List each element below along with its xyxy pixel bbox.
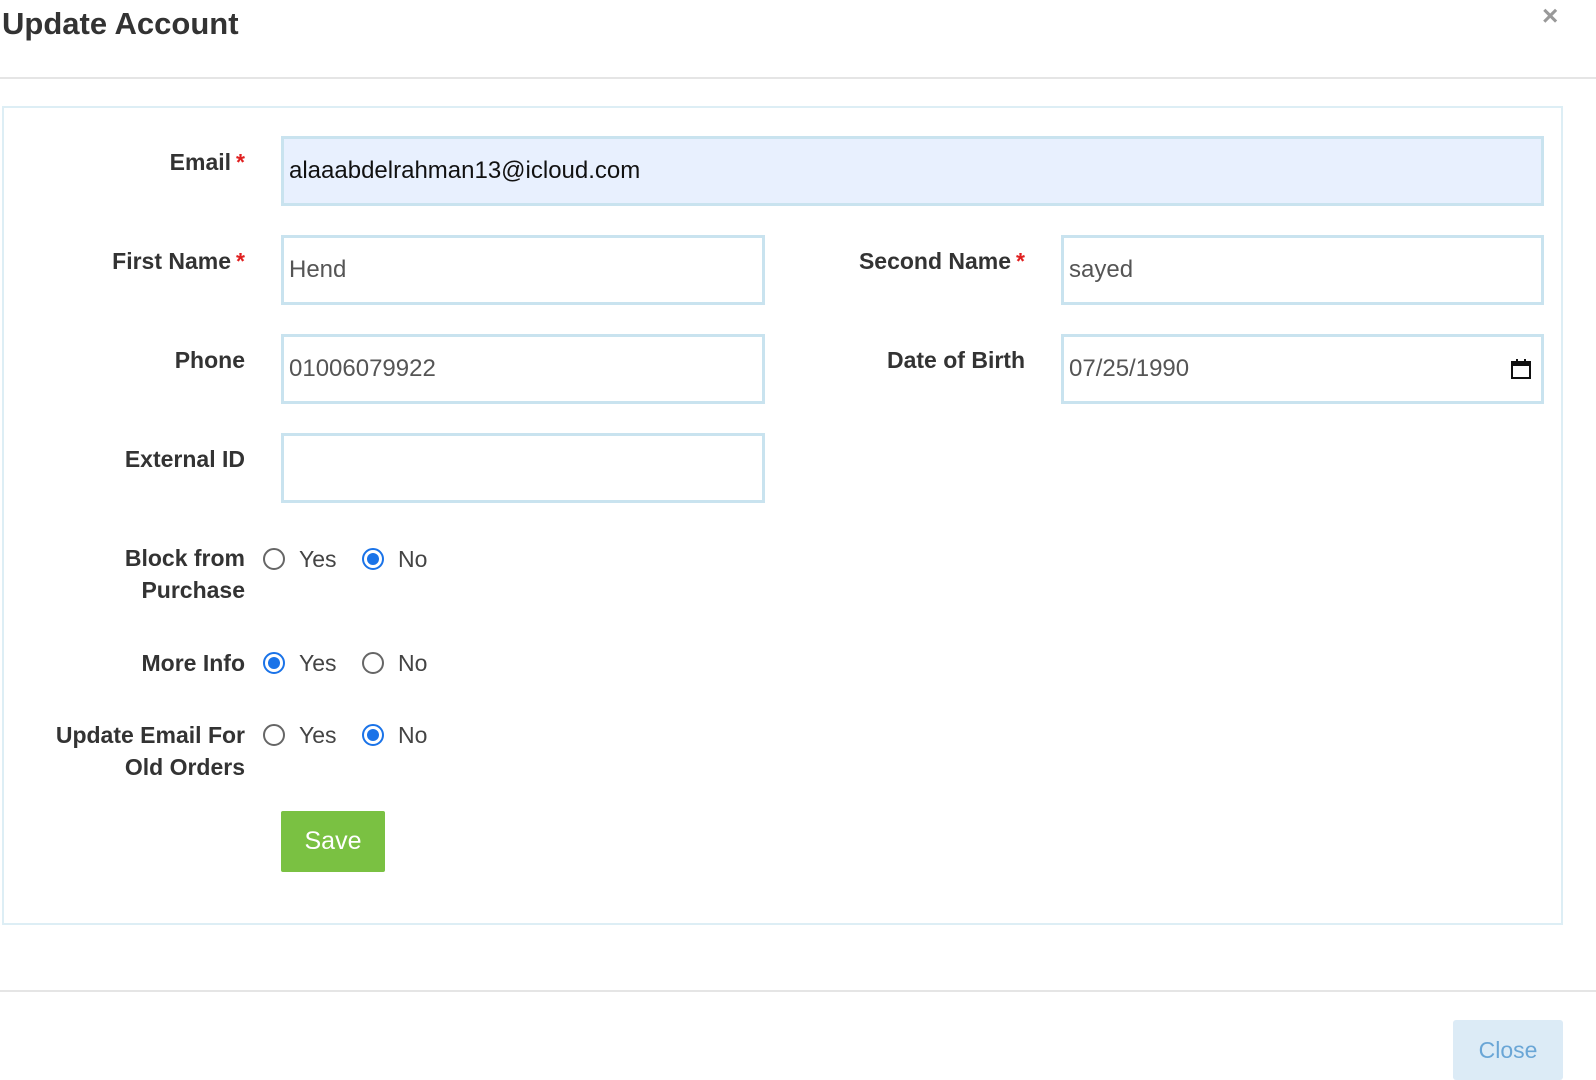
header-divider xyxy=(0,77,1596,79)
more-info-label: More Info xyxy=(141,650,246,676)
update-email-old-orders-no-label[interactable]: No xyxy=(398,720,427,750)
required-mark: * xyxy=(236,149,245,175)
block-from-purchase-label: Block from Purchase xyxy=(124,545,245,603)
more-info-no-label[interactable]: No xyxy=(398,648,427,678)
calendar-icon[interactable] xyxy=(1510,358,1532,380)
email-input[interactable]: alaaabdelrahman13@icloud.com xyxy=(281,136,1544,206)
close-icon[interactable]: × xyxy=(1542,2,1558,30)
save-button[interactable]: Save xyxy=(281,811,385,872)
account-form-panel xyxy=(2,106,1563,925)
close-button[interactable]: Close xyxy=(1453,1020,1563,1080)
more-info-no-radio[interactable] xyxy=(362,652,384,674)
phone-label: Phone xyxy=(174,347,245,373)
second-name-label: Second Name * xyxy=(858,248,1025,274)
block-from-purchase-no-radio[interactable] xyxy=(362,548,384,570)
update-email-old-orders-yes-label[interactable]: Yes xyxy=(299,720,337,750)
email-label: Email * xyxy=(169,149,245,175)
phone-input[interactable]: 01006079922 xyxy=(281,334,765,404)
date-of-birth-input[interactable]: 07/25/1990 xyxy=(1061,334,1544,404)
update-email-old-orders-label: Update Email For Old Orders xyxy=(55,722,245,780)
block-from-purchase-yes-label[interactable]: Yes xyxy=(299,544,337,574)
more-info-yes-label[interactable]: Yes xyxy=(299,648,337,678)
block-from-purchase-yes-radio[interactable] xyxy=(263,548,285,570)
date-of-birth-label: Date of Birth xyxy=(887,347,1025,373)
modal-title: Update Account xyxy=(2,6,239,41)
first-name-input[interactable]: Hend xyxy=(281,235,765,305)
external-id-input[interactable] xyxy=(281,433,765,503)
required-mark: * xyxy=(236,248,245,274)
date-of-birth-value: 07/25/1990 xyxy=(1069,355,1190,382)
block-from-purchase-no-label[interactable]: No xyxy=(398,544,427,574)
update-email-old-orders-yes-radio[interactable] xyxy=(263,724,285,746)
second-name-input[interactable]: sayed xyxy=(1061,235,1544,305)
more-info-yes-radio[interactable] xyxy=(263,652,285,674)
footer-divider xyxy=(0,990,1596,992)
update-email-old-orders-no-radio[interactable] xyxy=(362,724,384,746)
first-name-label: First Name * xyxy=(112,248,245,274)
external-id-label: External ID xyxy=(124,446,245,472)
required-mark: * xyxy=(1016,248,1025,274)
